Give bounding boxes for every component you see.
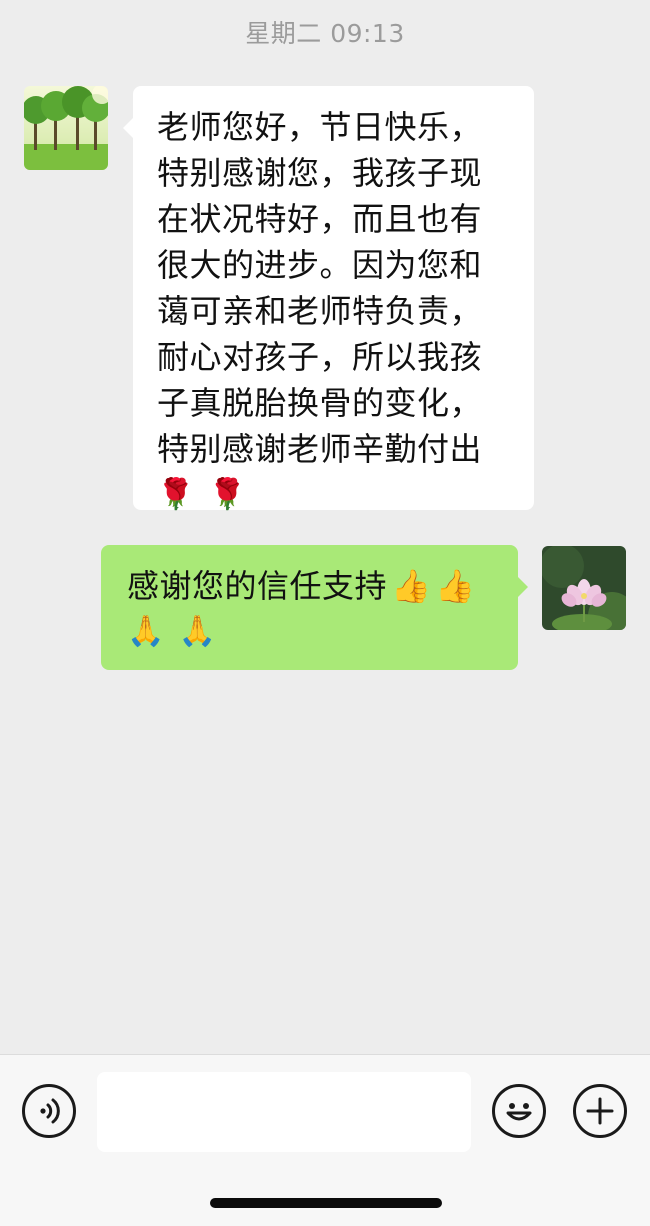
more-button[interactable]	[573, 1084, 627, 1138]
message-input[interactable]	[97, 1072, 471, 1152]
incoming-message-bubble[interactable]: 老师您好，节日快乐， 特别感谢您，我孩子现 在状况特好，而且也有 很大的进步。因…	[123, 86, 534, 512]
home-indicator[interactable]	[210, 1198, 442, 1208]
voice-icon	[40, 1098, 60, 1124]
rose-icon: 🌹	[157, 477, 195, 512]
message-line: 耐心对孩子，所以我孩	[157, 338, 483, 376]
message-timestamp: 星期二 09:13	[245, 19, 405, 48]
voice-button[interactable]	[22, 1084, 76, 1138]
emoji-button[interactable]	[492, 1084, 546, 1138]
message-line: 老师您好，节日快乐，	[157, 108, 483, 146]
thumbs-up-icon: 👍	[435, 567, 476, 605]
message-line: 感谢您的信任支持 👍 👍	[127, 563, 492, 609]
user-avatar[interactable]	[542, 546, 626, 630]
contact-avatar[interactable]	[24, 86, 108, 170]
emoji-row: 🌹 🌹	[157, 472, 510, 518]
thumbs-up-icon: 👍	[391, 567, 432, 605]
message-line: 在状况特好，而且也有	[157, 200, 483, 238]
praying-hands-icon: 🙏	[127, 614, 165, 649]
rose-icon: 🌹	[208, 477, 247, 512]
message-line: 子真脱胎换骨的变化，	[157, 384, 483, 422]
message-line: 特别感谢您，我孩子现	[157, 154, 483, 192]
praying-hands-icon: 🙏	[178, 614, 217, 649]
plus-icon	[586, 1097, 614, 1125]
message-line: 很大的进步。因为您和	[157, 246, 483, 284]
message-text: 感谢您的信任支持	[127, 567, 388, 605]
emoji-row: 🙏 🙏	[127, 609, 492, 655]
message-line: 特别感谢老师辛勤付出	[157, 430, 483, 468]
outgoing-message-bubble[interactable]: 感谢您的信任支持 👍 👍 🙏 🙏	[101, 545, 528, 670]
emoji-icon	[506, 1103, 532, 1121]
message-line: 蔼可亲和老师特负责，	[157, 292, 483, 330]
